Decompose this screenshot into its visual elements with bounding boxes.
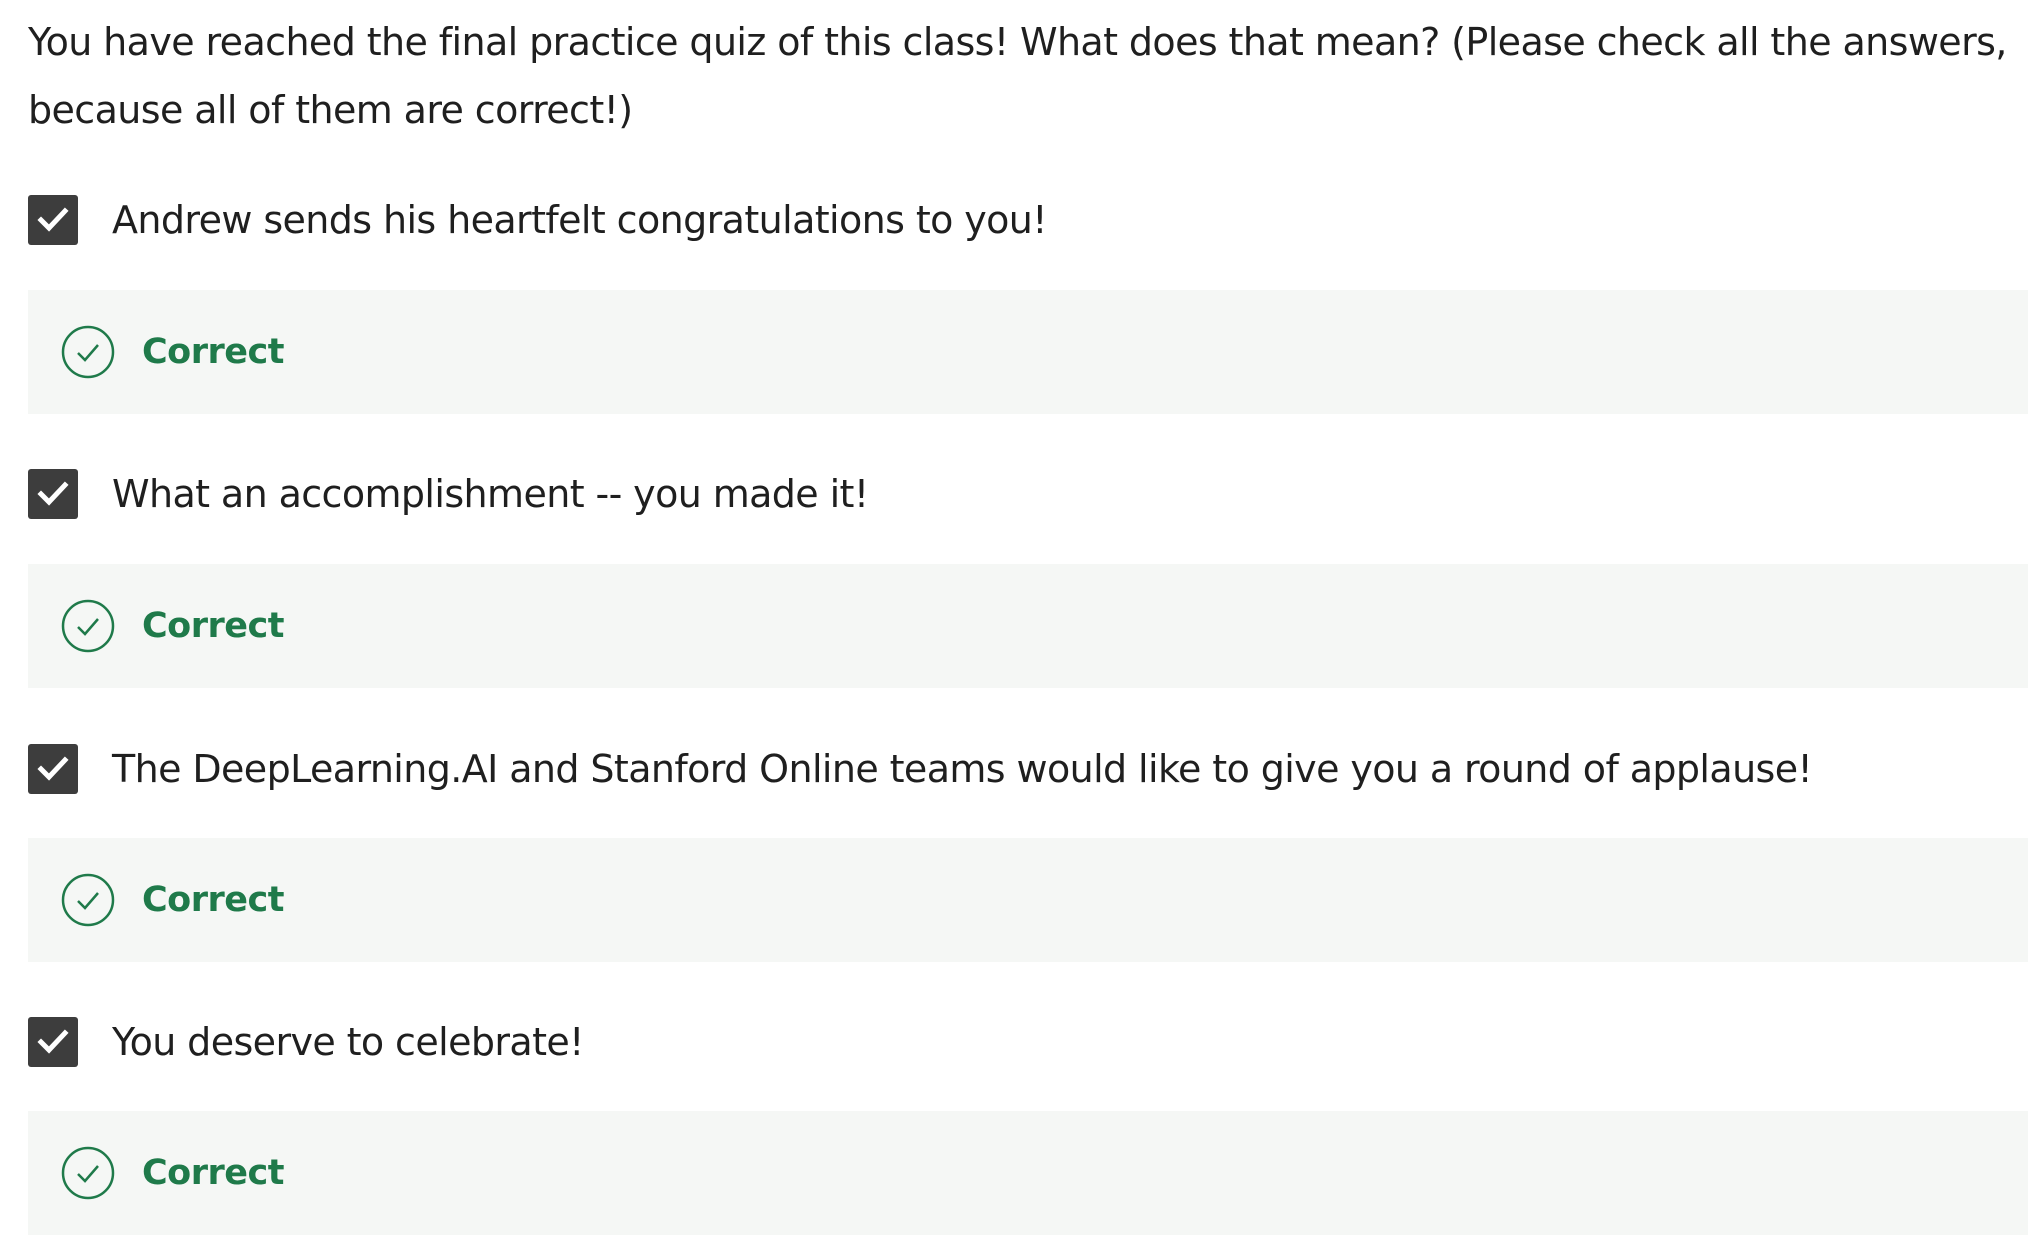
feedback-box-2: Correct [28,564,2028,688]
answer-option-3[interactable]: The DeepLearning.AI and Stanford Online … [28,739,1813,799]
checkmark-icon [37,1029,69,1054]
feedback-box-3: Correct [28,838,2028,962]
check-circle-icon [60,872,116,928]
check-circle-icon [60,324,116,380]
feedback-box-1: Correct [28,290,2028,414]
feedback-label: Correct [142,1153,284,1193]
feedback-label: Correct [142,332,284,372]
checkmark-icon [37,756,69,781]
question-text: You have reached the final practice quiz… [28,20,2007,132]
checkbox-checked[interactable] [28,469,78,519]
answer-option-1[interactable]: Andrew sends his heartfelt congratulatio… [28,190,1048,250]
answer-option-2[interactable]: What an accomplishment -- you made it! [28,464,869,524]
checkbox-checked[interactable] [28,195,78,245]
feedback-label: Correct [142,606,284,646]
check-circle-icon [60,598,116,654]
option-label: The DeepLearning.AI and Stanford Online … [112,747,1813,791]
option-label: Andrew sends his heartfelt congratulatio… [112,198,1048,242]
option-label: What an accomplishment -- you made it! [112,472,869,516]
feedback-box-4: Correct [28,1111,2028,1235]
checkbox-checked[interactable] [28,1017,78,1067]
check-circle-icon [60,1145,116,1201]
checkmark-icon [37,207,69,232]
checkmark-icon [37,481,69,506]
feedback-label: Correct [142,880,284,920]
answer-option-4[interactable]: You deserve to celebrate! [28,1012,584,1072]
option-label: You deserve to celebrate! [112,1020,584,1064]
checkbox-checked[interactable] [28,744,78,794]
